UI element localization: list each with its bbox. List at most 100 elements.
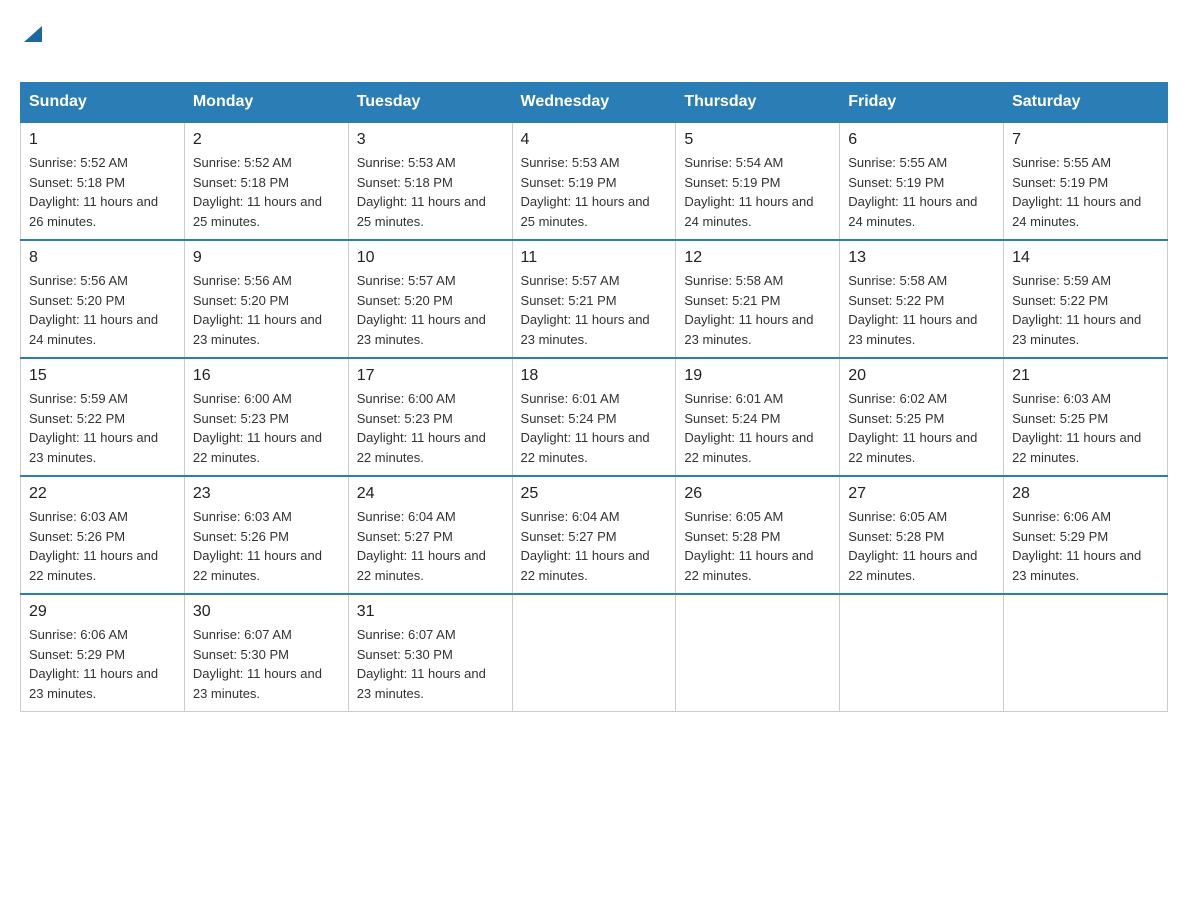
day-number: 29: [29, 603, 176, 621]
calendar-day-cell: 31 Sunrise: 6:07 AMSunset: 5:30 PMDayligh…: [348, 594, 512, 712]
day-info: Sunrise: 6:01 AMSunset: 5:24 PMDaylight:…: [521, 389, 668, 467]
day-number: 15: [29, 367, 176, 385]
day-number: 23: [193, 485, 340, 503]
calendar-day-cell: 14 Sunrise: 5:59 AMSunset: 5:22 PMDayligh…: [1004, 240, 1168, 358]
day-info: Sunrise: 6:03 AMSunset: 5:26 PMDaylight:…: [193, 507, 340, 585]
day-info: Sunrise: 5:52 AMSunset: 5:18 PMDaylight:…: [193, 153, 340, 231]
day-info: Sunrise: 6:07 AMSunset: 5:30 PMDaylight:…: [193, 625, 340, 703]
day-info: Sunrise: 5:58 AMSunset: 5:21 PMDaylight:…: [684, 271, 831, 349]
day-number: 22: [29, 485, 176, 503]
day-info: Sunrise: 6:01 AMSunset: 5:24 PMDaylight:…: [684, 389, 831, 467]
day-header-row: SundayMondayTuesdayWednesdayThursdayFrid…: [21, 83, 1168, 123]
calendar-day-cell: 27 Sunrise: 6:05 AMSunset: 5:28 PMDayligh…: [840, 476, 1004, 594]
day-of-week-header: Monday: [184, 83, 348, 123]
day-info: Sunrise: 6:04 AMSunset: 5:27 PMDaylight:…: [521, 507, 668, 585]
calendar-day-cell: 21 Sunrise: 6:03 AMSunset: 5:25 PMDayligh…: [1004, 358, 1168, 476]
day-info: Sunrise: 5:53 AMSunset: 5:19 PMDaylight:…: [521, 153, 668, 231]
calendar-day-cell: 18 Sunrise: 6:01 AMSunset: 5:24 PMDayligh…: [512, 358, 676, 476]
calendar-day-cell: 2Sunrise: 5:52 AMSunset: 5:18 PMDaylight…: [184, 122, 348, 240]
day-number: 31: [357, 603, 504, 621]
day-info: Sunrise: 5:59 AMSunset: 5:22 PMDaylight:…: [1012, 271, 1159, 349]
calendar-body: 1 Sunrise: 5:52 AMSunset: 5:18 PMDaylight…: [21, 122, 1168, 712]
day-number: 4: [521, 131, 668, 149]
calendar-table: SundayMondayTuesdayWednesdayThursdayFrid…: [20, 82, 1168, 712]
day-info: Sunrise: 6:06 AMSunset: 5:29 PMDaylight:…: [1012, 507, 1159, 585]
day-number: 30: [193, 603, 340, 621]
day-info: Sunrise: 6:02 AMSunset: 5:25 PMDaylight:…: [848, 389, 995, 467]
day-info: Sunrise: 5:56 AMSunset: 5:20 PMDaylight:…: [29, 271, 176, 349]
day-number: 26: [684, 485, 831, 503]
day-number: 5: [684, 131, 831, 149]
calendar-day-cell: 7Sunrise: 5:55 AMSunset: 5:19 PMDaylight…: [1004, 122, 1168, 240]
calendar-day-cell: 10 Sunrise: 5:57 AMSunset: 5:20 PMDayligh…: [348, 240, 512, 358]
calendar-day-cell: 29 Sunrise: 6:06 AMSunset: 5:29 PMDayligh…: [21, 594, 185, 712]
logo-blue-line: [20, 44, 44, 72]
day-number: 27: [848, 485, 995, 503]
day-of-week-header: Sunday: [21, 83, 185, 123]
calendar-day-cell: 11 Sunrise: 5:57 AMSunset: 5:21 PMDayligh…: [512, 240, 676, 358]
day-of-week-header: Friday: [840, 83, 1004, 123]
calendar-day-cell: 8 Sunrise: 5:56 AMSunset: 5:20 PMDaylight…: [21, 240, 185, 358]
calendar-day-cell: 20 Sunrise: 6:02 AMSunset: 5:25 PMDayligh…: [840, 358, 1004, 476]
calendar-day-cell: 19 Sunrise: 6:01 AMSunset: 5:24 PMDayligh…: [676, 358, 840, 476]
day-number: 25: [521, 485, 668, 503]
day-number: 11: [521, 249, 668, 267]
calendar-week-row: 1 Sunrise: 5:52 AMSunset: 5:18 PMDaylight…: [21, 122, 1168, 240]
day-number: 9: [193, 249, 340, 267]
day-number: 12: [684, 249, 831, 267]
calendar-week-row: 29 Sunrise: 6:06 AMSunset: 5:29 PMDayligh…: [21, 594, 1168, 712]
day-number: 28: [1012, 485, 1159, 503]
day-number: 8: [29, 249, 176, 267]
day-info: Sunrise: 6:03 AMSunset: 5:26 PMDaylight:…: [29, 507, 176, 585]
calendar-day-cell: 23 Sunrise: 6:03 AMSunset: 5:26 PMDayligh…: [184, 476, 348, 594]
day-info: Sunrise: 6:07 AMSunset: 5:30 PMDaylight:…: [357, 625, 504, 703]
day-info: Sunrise: 6:00 AMSunset: 5:23 PMDaylight:…: [193, 389, 340, 467]
day-info: Sunrise: 5:57 AMSunset: 5:21 PMDaylight:…: [521, 271, 668, 349]
day-info: Sunrise: 6:03 AMSunset: 5:25 PMDaylight:…: [1012, 389, 1159, 467]
calendar-week-row: 22 Sunrise: 6:03 AMSunset: 5:26 PMDayligh…: [21, 476, 1168, 594]
calendar-day-cell: 13Sunrise: 5:58 AMSunset: 5:22 PMDayligh…: [840, 240, 1004, 358]
day-info: Sunrise: 6:05 AMSunset: 5:28 PMDaylight:…: [848, 507, 995, 585]
day-number: 6: [848, 131, 995, 149]
calendar-day-cell: [676, 594, 840, 712]
day-number: 19: [684, 367, 831, 385]
calendar-day-cell: [1004, 594, 1168, 712]
day-info: Sunrise: 5:57 AMSunset: 5:20 PMDaylight:…: [357, 271, 504, 349]
day-number: 17: [357, 367, 504, 385]
day-info: Sunrise: 5:53 AMSunset: 5:18 PMDaylight:…: [357, 153, 504, 231]
logo: [20, 20, 44, 72]
day-number: 21: [1012, 367, 1159, 385]
day-info: Sunrise: 6:06 AMSunset: 5:29 PMDaylight:…: [29, 625, 176, 703]
day-number: 7: [1012, 131, 1159, 149]
calendar-day-cell: 17 Sunrise: 6:00 AMSunset: 5:23 PMDayligh…: [348, 358, 512, 476]
calendar-day-cell: 6 Sunrise: 5:55 AMSunset: 5:19 PMDaylight…: [840, 122, 1004, 240]
calendar-day-cell: 12 Sunrise: 5:58 AMSunset: 5:21 PMDayligh…: [676, 240, 840, 358]
calendar-day-cell: [512, 594, 676, 712]
day-number: 1: [29, 131, 176, 149]
calendar-day-cell: 22 Sunrise: 6:03 AMSunset: 5:26 PMDayligh…: [21, 476, 185, 594]
day-number: 13: [848, 249, 995, 267]
day-info: Sunrise: 6:00 AMSunset: 5:23 PMDaylight:…: [357, 389, 504, 467]
day-number: 14: [1012, 249, 1159, 267]
calendar-day-cell: 15Sunrise: 5:59 AMSunset: 5:22 PMDayligh…: [21, 358, 185, 476]
calendar-week-row: 8 Sunrise: 5:56 AMSunset: 5:20 PMDaylight…: [21, 240, 1168, 358]
logo-triangle-icon: [22, 22, 44, 44]
calendar-day-cell: 30 Sunrise: 6:07 AMSunset: 5:30 PMDayligh…: [184, 594, 348, 712]
day-number: 10: [357, 249, 504, 267]
calendar-day-cell: 26Sunrise: 6:05 AMSunset: 5:28 PMDayligh…: [676, 476, 840, 594]
page-header: [20, 20, 1168, 72]
day-of-week-header: Wednesday: [512, 83, 676, 123]
day-number: 18: [521, 367, 668, 385]
calendar-day-cell: 4 Sunrise: 5:53 AMSunset: 5:19 PMDaylight…: [512, 122, 676, 240]
calendar-day-cell: 16 Sunrise: 6:00 AMSunset: 5:23 PMDayligh…: [184, 358, 348, 476]
day-of-week-header: Tuesday: [348, 83, 512, 123]
day-info: Sunrise: 5:54 AMSunset: 5:19 PMDaylight:…: [684, 153, 831, 231]
day-info: Sunrise: 5:55 AMSunset: 5:19 PMDaylight:…: [848, 153, 995, 231]
day-of-week-header: Thursday: [676, 83, 840, 123]
day-info: Sunrise: 5:56 AMSunset: 5:20 PMDaylight:…: [193, 271, 340, 349]
calendar-day-cell: 25 Sunrise: 6:04 AMSunset: 5:27 PMDayligh…: [512, 476, 676, 594]
day-number: 20: [848, 367, 995, 385]
day-number: 16: [193, 367, 340, 385]
calendar-day-cell: 3Sunrise: 5:53 AMSunset: 5:18 PMDaylight…: [348, 122, 512, 240]
day-of-week-header: Saturday: [1004, 83, 1168, 123]
